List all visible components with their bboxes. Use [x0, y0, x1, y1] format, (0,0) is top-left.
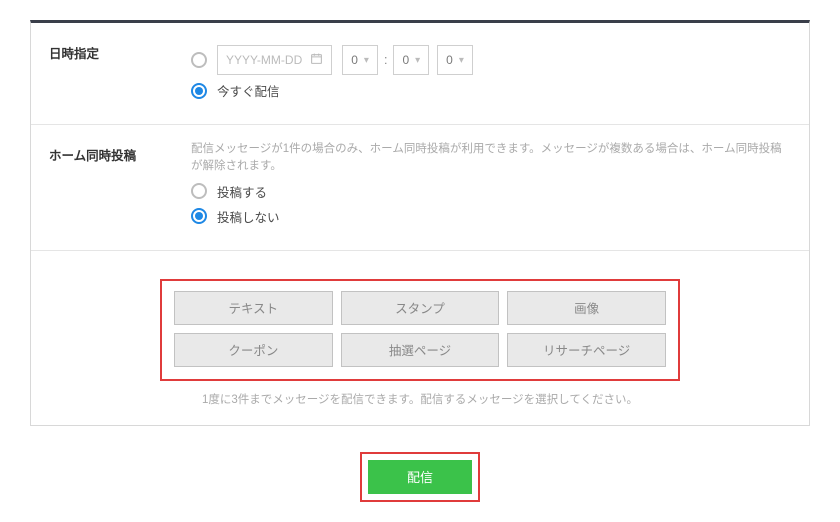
- minute-2-select[interactable]: 0 ▾: [437, 45, 473, 75]
- type-text-button[interactable]: テキスト: [174, 291, 333, 325]
- row-datetime: 日時指定 YYYY-MM-DD: [31, 23, 809, 125]
- radio-line-post-no[interactable]: 投稿しない: [191, 207, 791, 226]
- message-type-note: 1度に3件までメッセージを配信できます。配信するメッセージを選択してください。: [31, 391, 809, 407]
- type-image-button[interactable]: 画像: [507, 291, 666, 325]
- row-home-post: ホーム同時投稿 配信メッセージが1件の場合のみ、ホーム同時投稿が利用できます。メ…: [31, 125, 809, 251]
- message-type-section: テキスト スタンプ 画像 クーポン 抽選ページ リサーチページ 1度に3件までメ…: [31, 251, 809, 425]
- hour-select[interactable]: 0 ▾: [342, 45, 378, 75]
- radio-post-yes-label: 投稿する: [217, 182, 267, 201]
- label-home-post: ホーム同時投稿: [31, 125, 191, 250]
- radio-post-yes[interactable]: [191, 183, 207, 199]
- home-post-hint: 配信メッセージが1件の場合のみ、ホーム同時投稿が利用できます。メッセージが複数あ…: [191, 141, 791, 176]
- type-stamp-button[interactable]: スタンプ: [341, 291, 500, 325]
- type-lottery-button[interactable]: 抽選ページ: [341, 333, 500, 367]
- radio-line-post-yes[interactable]: 投稿する: [191, 182, 791, 201]
- date-input[interactable]: YYYY-MM-DD: [217, 45, 332, 75]
- send-button[interactable]: 配信: [368, 460, 472, 494]
- radio-scheduled[interactable]: [191, 52, 207, 68]
- radio-immediate[interactable]: [191, 83, 207, 99]
- chevron-down-icon: ▾: [364, 55, 369, 66]
- radio-line-scheduled[interactable]: YYYY-MM-DD 0 ▾ :: [191, 45, 791, 75]
- send-highlight: 配信: [360, 452, 480, 502]
- radio-post-no[interactable]: [191, 208, 207, 224]
- radio-post-no-label: 投稿しない: [217, 207, 280, 226]
- minute-1-select[interactable]: 0 ▾: [393, 45, 429, 75]
- chevron-down-icon: ▾: [459, 55, 464, 66]
- message-type-highlight: テキスト スタンプ 画像 クーポン 抽選ページ リサーチページ: [160, 279, 680, 381]
- label-datetime: 日時指定: [31, 23, 191, 124]
- type-research-button[interactable]: リサーチページ: [507, 333, 666, 367]
- type-coupon-button[interactable]: クーポン: [174, 333, 333, 367]
- chevron-down-icon: ▾: [415, 55, 420, 66]
- radio-line-immediate[interactable]: 今すぐ配信: [191, 81, 791, 100]
- date-placeholder: YYYY-MM-DD: [226, 53, 302, 67]
- calendar-icon: [310, 52, 323, 68]
- radio-immediate-label: 今すぐ配信: [217, 81, 280, 100]
